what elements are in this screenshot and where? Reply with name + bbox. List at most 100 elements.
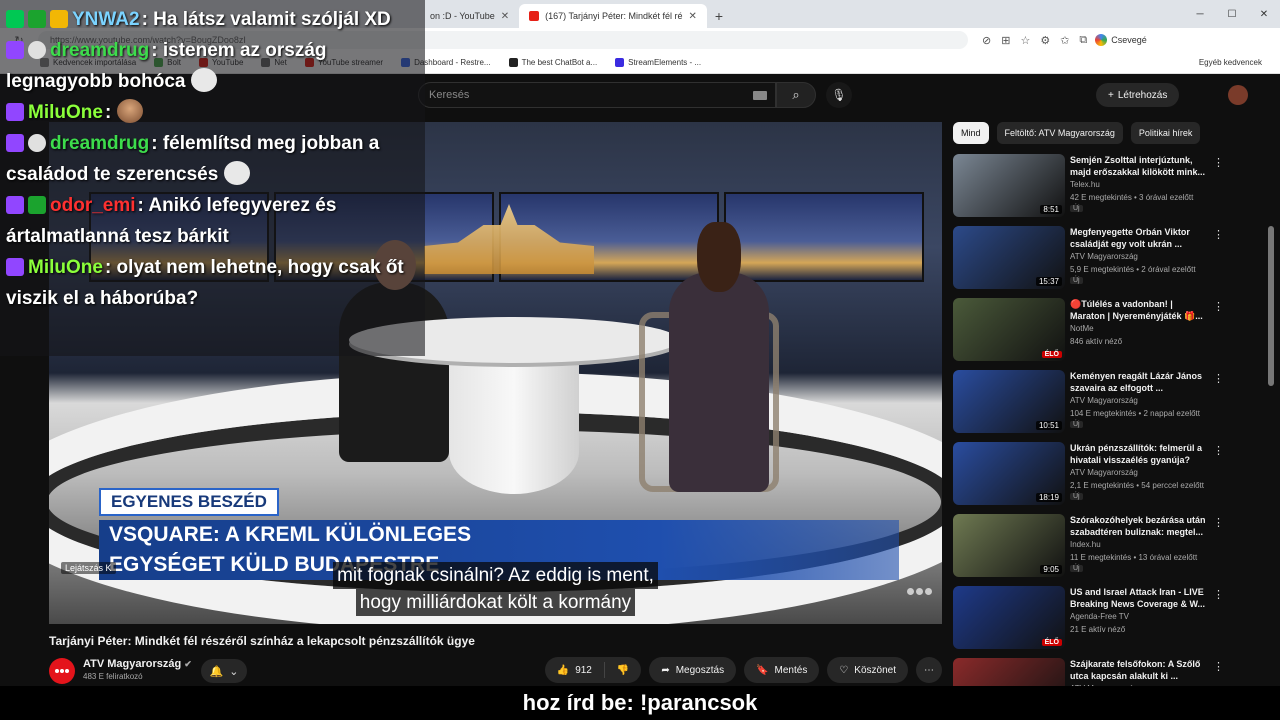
- video-thumbnail[interactable]: ÉLŐ: [953, 298, 1065, 361]
- search-input[interactable]: Keresés: [418, 82, 776, 108]
- recommendation-item[interactable]: ÉLŐ US and Israel Attack Iran - LIVE Bre…: [953, 586, 1228, 658]
- chip-politics[interactable]: Politikai hírek: [1130, 122, 1201, 144]
- chip-uploader[interactable]: Feltöltő: ATV Magyarország: [996, 122, 1123, 144]
- share-button[interactable]: ➦ Megosztás: [649, 657, 737, 683]
- skull-badge-icon: [28, 134, 46, 152]
- recommendation-item[interactable]: ÉLŐ 🔴Túlélés a vadonban! | Maraton | Nye…: [953, 298, 1228, 370]
- dislike-button[interactable]: 👎: [605, 657, 641, 683]
- chat-username: dreamdrug: [50, 40, 150, 61]
- more-vert-icon[interactable]: ⋮: [1213, 516, 1224, 529]
- recommendation-item[interactable]: 8:51 Semjén Zsolttal interjúztunk, majd …: [953, 154, 1228, 226]
- recommendation-title[interactable]: US and Israel Attack Iran - LIVE Breakin…: [1070, 586, 1210, 610]
- more-vert-icon[interactable]: ⋮: [1213, 372, 1224, 385]
- keyboard-icon[interactable]: [753, 91, 767, 100]
- search-button[interactable]: ⌕: [776, 82, 816, 108]
- tab-youtube-active[interactable]: (167) Tarjányi Péter: Mindkét fél ré ✕: [519, 4, 707, 28]
- recommendation-meta: 21 E aktív néző: [1070, 625, 1126, 634]
- new-tab-button[interactable]: +: [707, 4, 731, 28]
- more-vert-icon[interactable]: ⋮: [1213, 660, 1224, 673]
- maximize-icon[interactable]: ☐: [1216, 0, 1248, 28]
- recommendation-channel[interactable]: ATV Magyarország: [1070, 468, 1138, 477]
- recommendation-channel[interactable]: ATV Magyarország: [1070, 252, 1138, 261]
- share-icon: ➦: [661, 664, 670, 676]
- recommendation-meta: 846 aktív néző: [1070, 337, 1123, 346]
- tab-youtube-previous[interactable]: on :D - YouTube ✕: [420, 4, 519, 28]
- extensions-icon[interactable]: ⚙: [1040, 34, 1050, 47]
- new-badge: Új: [1070, 421, 1083, 428]
- close-icon[interactable]: ✕: [689, 11, 697, 22]
- recommendation-title[interactable]: Szórakozóhelyek bezárása után szabadtére…: [1070, 514, 1210, 538]
- recommendation-item[interactable]: 15:37 Megfenyegette Orbán Viktor családj…: [953, 226, 1228, 298]
- favorites-icon[interactable]: ✩: [1060, 34, 1069, 47]
- browser-toolbar: ⊘ ⊞ ☆ ⚙ ✩ ⧉: [982, 34, 1087, 47]
- more-vert-icon[interactable]: ⋮: [1213, 300, 1224, 313]
- more-vert-icon[interactable]: ⋮: [1213, 588, 1224, 601]
- voice-search-button[interactable]: 🎙: [826, 82, 852, 108]
- copilot-label: Csevegé: [1111, 35, 1147, 45]
- chat-message: MiluOne: olyat nem lehetne, hogy csak őt…: [6, 252, 425, 314]
- emote-icon: [190, 68, 217, 92]
- recommendation-channel[interactable]: ATV Magyarország: [1070, 396, 1138, 405]
- new-badge: Új: [1070, 493, 1083, 500]
- tab-label: on :D - YouTube: [430, 11, 495, 21]
- recommendation-channel[interactable]: Telex.hu: [1070, 180, 1100, 189]
- copilot-button[interactable]: Csevegé: [1095, 34, 1147, 46]
- like-dislike-group: 👍 912 👎: [544, 657, 642, 683]
- search-placeholder: Keresés: [429, 89, 470, 101]
- scrollbar-thumb[interactable]: [1268, 226, 1274, 386]
- more-vert-icon[interactable]: ⋮: [1213, 156, 1224, 169]
- video-thumbnail[interactable]: 9:05: [953, 514, 1065, 577]
- more-vert-icon[interactable]: ⋮: [1213, 228, 1224, 241]
- notification-bell-button[interactable]: 🔔 ⌄: [201, 659, 247, 683]
- translate-icon[interactable]: ⊘: [982, 34, 991, 47]
- sidebar-scrollbar[interactable]: [1268, 154, 1274, 684]
- recommendation-item[interactable]: 18:19 Ukrán pénzszállítók: felmerül a hi…: [953, 442, 1228, 514]
- recommendation-channel[interactable]: NotMe: [1070, 324, 1094, 333]
- like-button[interactable]: 👍 912: [545, 657, 604, 683]
- bookmark-item[interactable]: The best ChatBot a...: [508, 58, 597, 67]
- more-actions-button[interactable]: ⋯: [916, 657, 942, 683]
- split-screen-icon[interactable]: ⊞: [1001, 34, 1010, 47]
- video-thumbnail[interactable]: 10:51: [953, 370, 1065, 433]
- save-button[interactable]: 🔖 Mentés: [744, 657, 820, 683]
- channel-name[interactable]: ATV Magyarország ✔: [83, 658, 192, 670]
- video-thumbnail[interactable]: 8:51: [953, 154, 1065, 217]
- bell-icon: 🔔: [209, 665, 224, 678]
- microphone-icon: 🎙: [831, 88, 847, 102]
- recommendation-title[interactable]: Semjén Zsolttal interjúztunk, majd erősz…: [1070, 154, 1210, 178]
- chip-all[interactable]: Mind: [953, 122, 989, 144]
- other-favorites[interactable]: Egyéb kedvencek: [1199, 58, 1262, 67]
- recommendation-item[interactable]: 10:51 Keményen reagált Lázár János szava…: [953, 370, 1228, 442]
- bookmark-label: StreamElements - ...: [628, 58, 702, 67]
- minimize-icon[interactable]: ─: [1184, 0, 1216, 28]
- channel-avatar[interactable]: [49, 658, 75, 684]
- bookmark-item[interactable]: StreamElements - ...: [615, 58, 701, 67]
- recommendation-title[interactable]: Megfenyegette Orbán Viktor családját egy…: [1070, 226, 1210, 250]
- thanks-button[interactable]: ♡ Köszönet: [827, 657, 908, 683]
- collections-icon[interactable]: ⧉: [1079, 34, 1087, 47]
- close-window-icon[interactable]: ✕: [1248, 0, 1280, 28]
- recommendation-channel[interactable]: Index.hu: [1070, 540, 1101, 549]
- channel-watermark-icon: [907, 588, 932, 595]
- video-thumbnail[interactable]: ÉLŐ: [953, 586, 1065, 649]
- recommendation-title[interactable]: Keményen reagált Lázár János szavaira az…: [1070, 370, 1210, 394]
- new-badge: Új: [1070, 205, 1083, 212]
- recommendation-title[interactable]: Szájkarate felsőfokon: A Szőlő utca kapc…: [1070, 658, 1210, 682]
- create-button[interactable]: + Létrehozás: [1096, 83, 1180, 107]
- more-vert-icon[interactable]: ⋮: [1213, 444, 1224, 457]
- video-thumbnail[interactable]: 18:19: [953, 442, 1065, 505]
- show-tag: EGYENES BESZÉD: [99, 488, 279, 516]
- chat-username: MiluOne: [28, 257, 103, 278]
- account-avatar[interactable]: [1228, 85, 1248, 105]
- recommendation-title[interactable]: Ukrán pénzszállítók: felmerül a hivatali…: [1070, 442, 1210, 466]
- recommendation-item[interactable]: 9:05 Szórakozóhelyek bezárása után szaba…: [953, 514, 1228, 586]
- video-thumbnail[interactable]: 15:37: [953, 226, 1065, 289]
- headline-line-1: VSQUARE: A KREML KÜLÖNLEGES: [99, 520, 899, 550]
- close-icon[interactable]: ✕: [501, 11, 509, 22]
- caption-line-1: mit fognak csinálni? Az eddig is ment,: [333, 562, 658, 589]
- twitch-badge-icon: [6, 196, 24, 214]
- favorite-star-icon[interactable]: ☆: [1020, 34, 1030, 47]
- twitch-badge-icon: [6, 41, 24, 59]
- recommendation-channel[interactable]: Agenda-Free TV: [1070, 612, 1129, 621]
- recommendation-title[interactable]: 🔴Túlélés a vadonban! | Maraton | Nyeremé…: [1070, 298, 1210, 322]
